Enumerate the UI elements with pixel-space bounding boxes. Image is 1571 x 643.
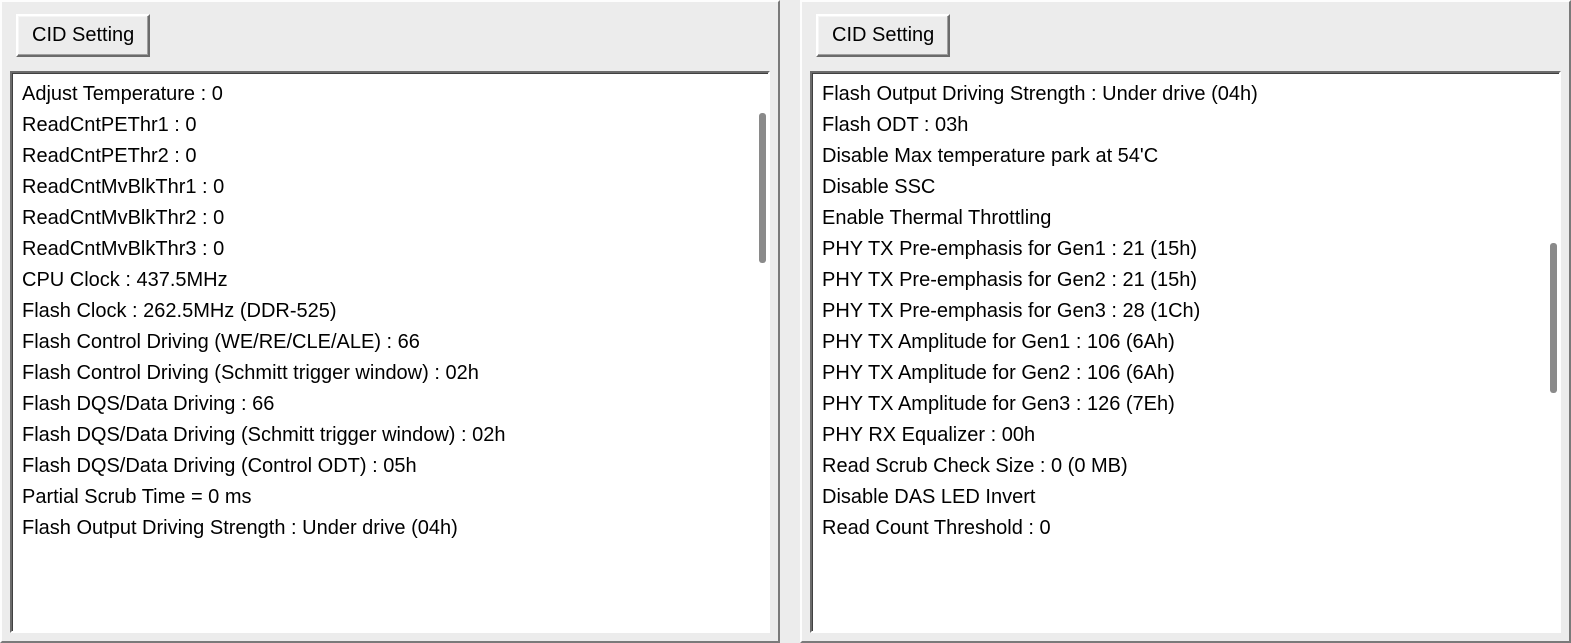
list-item[interactable]: CPU Clock : 437.5MHz — [22, 265, 758, 296]
scrollbar-thumb-left[interactable] — [759, 113, 766, 263]
page-root: CID Setting Adjust Temperature : 0 ReadC… — [0, 0, 1571, 643]
list-item[interactable]: PHY TX Amplitude for Gen1 : 106 (6Ah) — [822, 327, 1549, 358]
cid-listbox-left[interactable]: Adjust Temperature : 0 ReadCntPEThr1 : 0… — [10, 71, 770, 633]
list-item[interactable]: Enable Thermal Throttling — [822, 203, 1549, 234]
list-item[interactable]: Flash DQS/Data Driving (Schmitt trigger … — [22, 420, 758, 451]
list-item[interactable]: ReadCntMvBlkThr2 : 0 — [22, 203, 758, 234]
list-item[interactable]: PHY RX Equalizer : 00h — [822, 420, 1549, 451]
list-item[interactable]: Flash DQS/Data Driving (Control ODT) : 0… — [22, 451, 758, 482]
cid-list-content-left: Adjust Temperature : 0 ReadCntPEThr1 : 0… — [22, 79, 758, 544]
list-item[interactable]: Flash Output Driving Strength : Under dr… — [822, 79, 1549, 110]
scrollbar-thumb-right[interactable] — [1550, 243, 1557, 393]
cid-listbox-right[interactable]: Flash Output Driving Strength : Under dr… — [810, 71, 1561, 633]
list-item[interactable]: PHY TX Pre-emphasis for Gen2 : 21 (15h) — [822, 265, 1549, 296]
list-item[interactable]: Partial Scrub Time = 0 ms — [22, 482, 758, 513]
cid-list-content-right: Flash Output Driving Strength : Under dr… — [822, 79, 1549, 544]
list-item[interactable]: Disable SSC — [822, 172, 1549, 203]
list-item[interactable]: PHY TX Pre-emphasis for Gen1 : 21 (15h) — [822, 234, 1549, 265]
list-item[interactable]: PHY TX Pre-emphasis for Gen3 : 28 (1Ch) — [822, 296, 1549, 327]
list-item[interactable]: Disable Max temperature park at 54'C — [822, 141, 1549, 172]
list-item[interactable]: Flash DQS/Data Driving : 66 — [22, 389, 758, 420]
cid-setting-button-right[interactable]: CID Setting — [816, 14, 950, 57]
list-item[interactable]: ReadCntMvBlkThr3 : 0 — [22, 234, 758, 265]
list-item[interactable]: Flash ODT : 03h — [822, 110, 1549, 141]
list-item[interactable]: ReadCntMvBlkThr1 : 0 — [22, 172, 758, 203]
list-item[interactable]: Flash Clock : 262.5MHz (DDR-525) — [22, 296, 758, 327]
list-item[interactable]: Disable DAS LED Invert — [822, 482, 1549, 513]
list-item[interactable]: Flash Output Driving Strength : Under dr… — [22, 513, 758, 544]
left-panel: CID Setting Adjust Temperature : 0 ReadC… — [0, 0, 780, 643]
list-item[interactable]: PHY TX Amplitude for Gen3 : 126 (7Eh) — [822, 389, 1549, 420]
list-item[interactable]: Adjust Temperature : 0 — [22, 79, 758, 110]
right-panel: CID Setting Flash Output Driving Strengt… — [800, 0, 1571, 643]
list-item[interactable]: ReadCntPEThr2 : 0 — [22, 141, 758, 172]
list-item[interactable]: ReadCntPEThr1 : 0 — [22, 110, 758, 141]
list-item[interactable]: PHY TX Amplitude for Gen2 : 106 (6Ah) — [822, 358, 1549, 389]
list-item[interactable]: Read Scrub Check Size : 0 (0 MB) — [822, 451, 1549, 482]
list-item[interactable]: Flash Control Driving (Schmitt trigger w… — [22, 358, 758, 389]
list-item[interactable]: Read Count Threshold : 0 — [822, 513, 1549, 544]
list-item[interactable]: Flash Control Driving (WE/RE/CLE/ALE) : … — [22, 327, 758, 358]
cid-setting-button-left[interactable]: CID Setting — [16, 14, 150, 57]
